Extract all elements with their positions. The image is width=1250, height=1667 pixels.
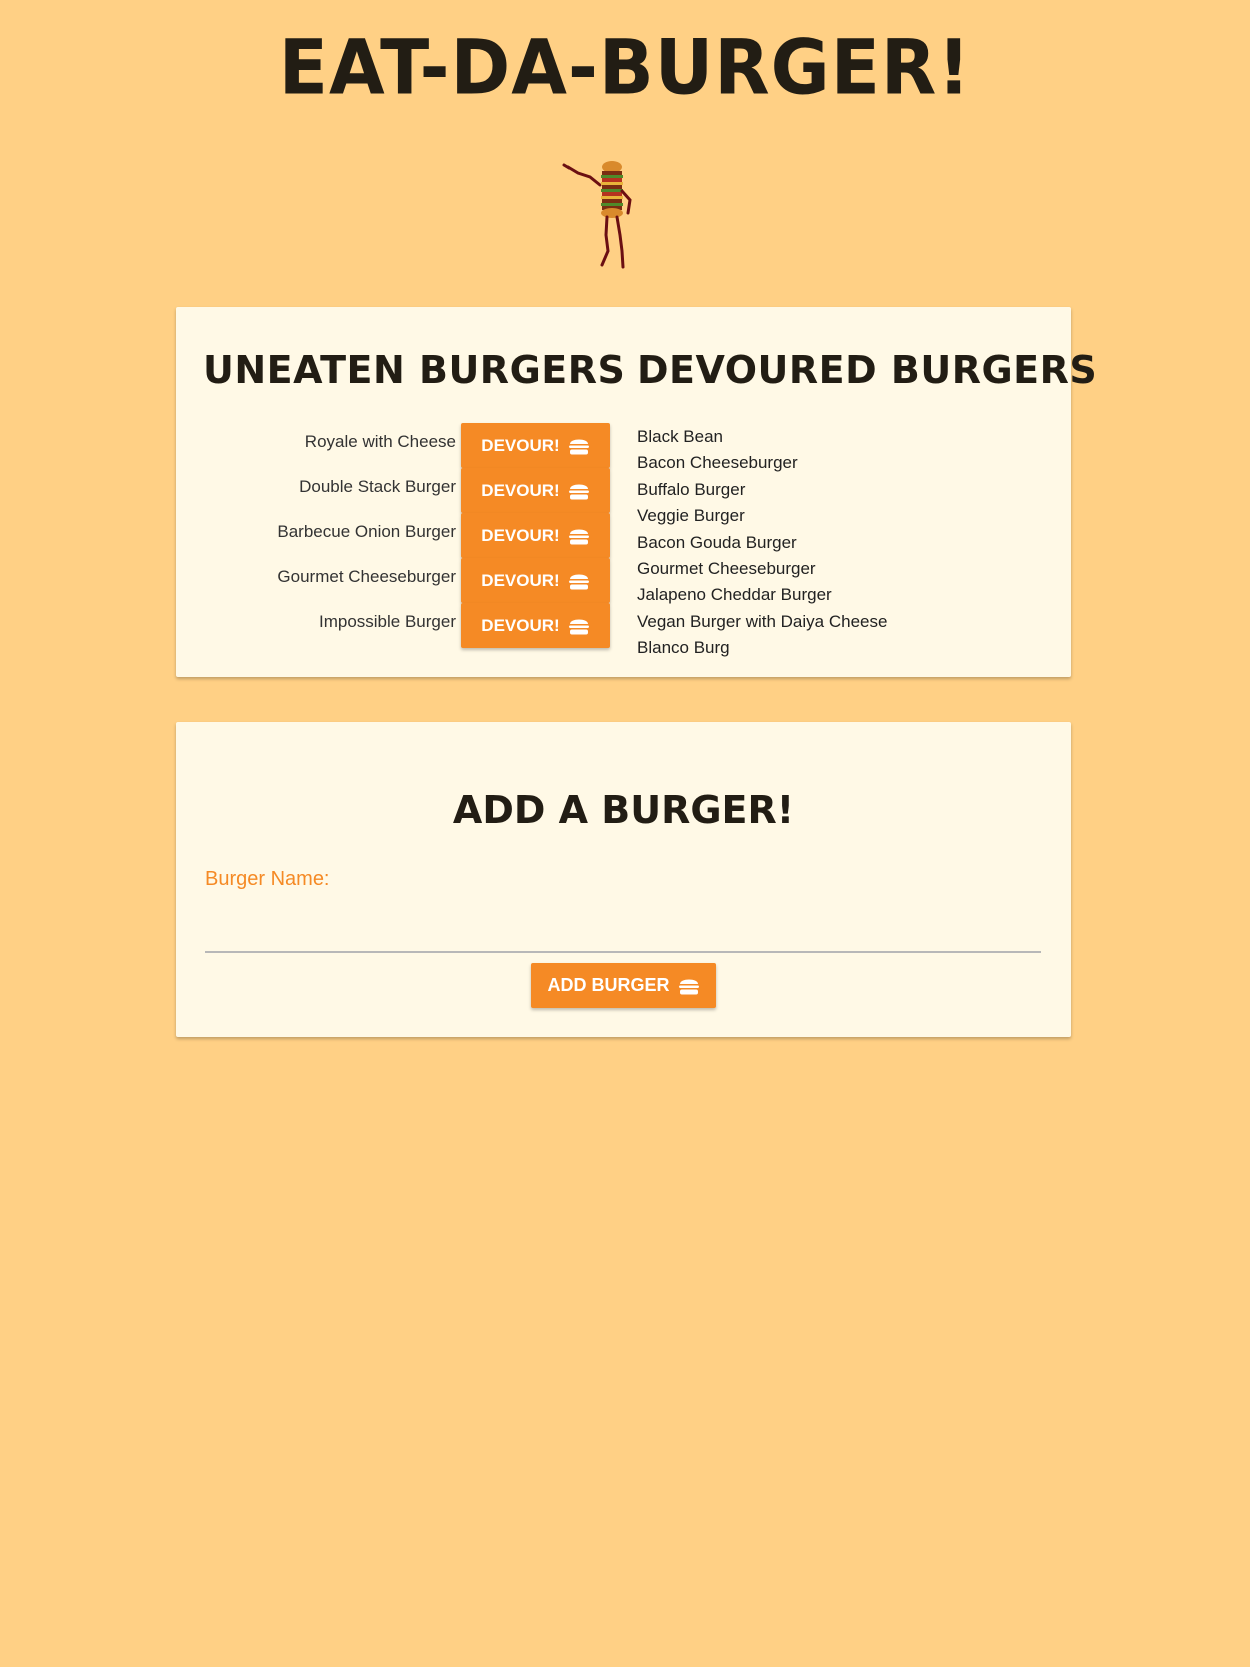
uneaten-burger-name: Royale with Cheese — [304, 431, 456, 451]
uneaten-burger-item: Royale with Cheese DEVOUR! — [200, 423, 610, 468]
devour-button-label: DEVOUR! — [481, 615, 560, 635]
devour-button-label: DEVOUR! — [481, 570, 560, 590]
burger-icon — [568, 481, 590, 501]
page-title: Eat-Da-Burger! — [278, 22, 972, 112]
dancing-burger-mascot-image — [562, 161, 632, 269]
devour-button-label: DEVOUR! — [481, 435, 560, 455]
uneaten-burger-item: Double Stack Burger DEVOUR! — [200, 468, 610, 513]
devoured-burger-item: Buffalo Burger — [637, 479, 746, 499]
burger-icon — [568, 436, 590, 456]
burger-icon — [678, 976, 700, 996]
burger-name-input[interactable] — [205, 905, 1041, 953]
uneaten-burger-name: Barbecue Onion Burger — [277, 521, 456, 541]
devoured-burger-item: Bacon Gouda Burger — [637, 532, 797, 552]
uneaten-burger-name: Double Stack Burger — [299, 476, 456, 496]
burger-icon — [568, 571, 590, 591]
uneaten-burgers-list: Royale with Cheese DEVOUR! Double Stack … — [200, 423, 610, 648]
uneaten-burger-item: Gourmet Cheeseburger DEVOUR! — [200, 558, 610, 603]
devoured-burger-item: Blanco Burg — [637, 638, 730, 658]
devoured-burgers-list: Black Bean Bacon Cheeseburger Buffalo Bu… — [637, 424, 887, 662]
burger-name-label: Burger Name: — [205, 868, 330, 890]
devoured-burger-item: Jalapeno Cheddar Burger — [637, 585, 832, 605]
devour-button[interactable]: DEVOUR! — [461, 513, 610, 558]
devoured-burger-item: Black Bean — [637, 427, 723, 446]
devour-button-label: DEVOUR! — [481, 480, 560, 500]
uneaten-burger-item: Impossible Burger DEVOUR! — [200, 603, 610, 648]
devoured-burgers-heading: Devoured Burgers — [637, 348, 1098, 392]
devour-button[interactable]: DEVOUR! — [461, 468, 610, 513]
burger-icon — [568, 616, 590, 636]
devoured-burger-item: Bacon Cheeseburger — [637, 453, 798, 473]
add-burger-heading: Add a Burger! — [452, 788, 795, 832]
devour-button[interactable]: DEVOUR! — [461, 423, 610, 468]
devour-button-label: DEVOUR! — [481, 525, 560, 545]
uneaten-burgers-heading: Uneaten Burgers — [203, 348, 626, 392]
uneaten-burger-name: Gourmet Cheeseburger — [277, 566, 456, 586]
devoured-burger-item: Gourmet Cheeseburger — [637, 559, 816, 579]
devour-button[interactable]: DEVOUR! — [461, 603, 610, 648]
uneaten-burger-item: Barbecue Onion Burger DEVOUR! — [200, 513, 610, 558]
add-burger-button-label: ADD BURGER — [547, 975, 670, 995]
add-burger-button[interactable]: ADD BURGER — [531, 963, 716, 1008]
devoured-burger-item: Vegan Burger with Daiya Cheese — [637, 611, 888, 631]
burger-icon — [568, 526, 590, 546]
devour-button[interactable]: DEVOUR! — [461, 558, 610, 603]
devoured-burger-item: Veggie Burger — [637, 506, 745, 526]
uneaten-burger-name: Impossible Burger — [318, 611, 456, 631]
